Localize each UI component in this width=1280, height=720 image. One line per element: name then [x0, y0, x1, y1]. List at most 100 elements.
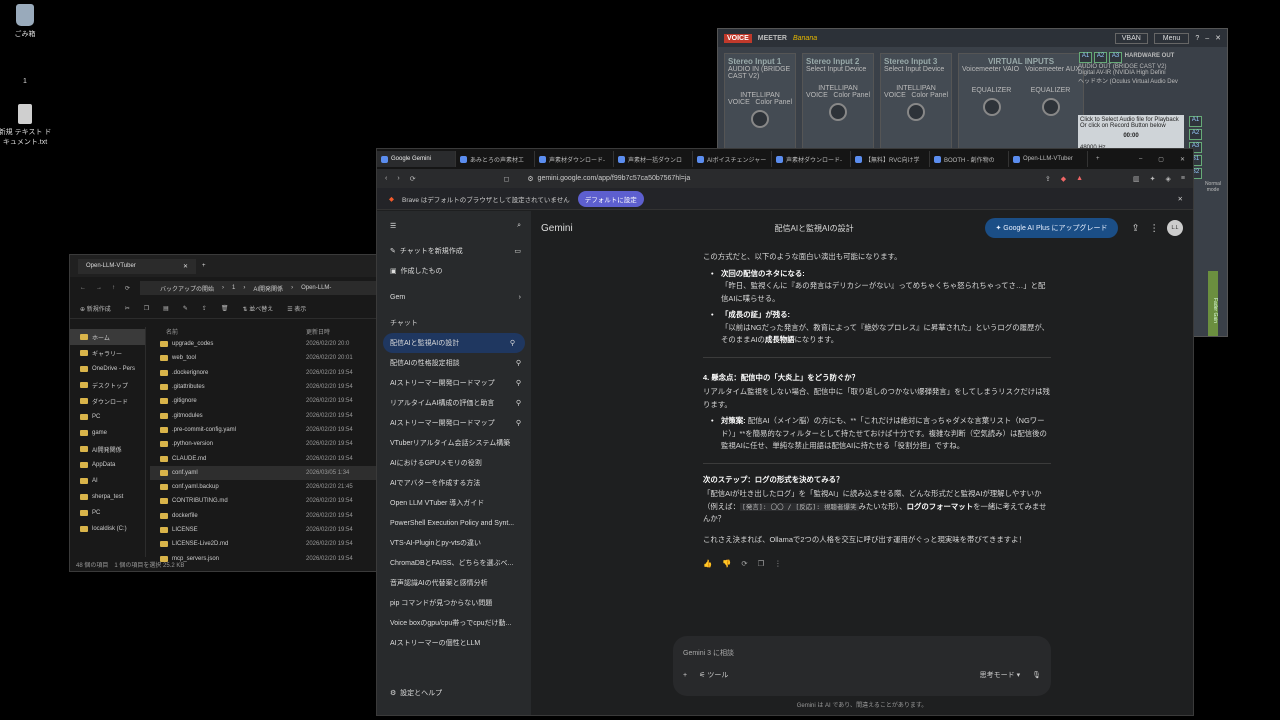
crumb-0[interactable]: バックアップの開始: [160, 284, 214, 293]
new-tab-icon[interactable]: +: [1096, 156, 1100, 162]
settings-help-button[interactable]: ⚙ 設定とヘルプ: [377, 683, 452, 703]
prompt-box[interactable]: Gemini 3 に相談 + ⚟ ツール 思考モード ▾ 🎙: [673, 636, 1051, 696]
thumbs-down-icon[interactable]: 👎: [722, 558, 731, 571]
share-icon[interactable]: ⇪: [1132, 223, 1140, 234]
nav-item[interactable]: ギャラリー: [70, 345, 145, 361]
share-icon[interactable]: ⇪: [1045, 175, 1051, 183]
nav-item[interactable]: AppData: [70, 457, 145, 473]
mic-icon[interactable]: 🎙: [1032, 671, 1041, 679]
chat-history-item[interactable]: VTuberリアルタイム会話システム構築: [377, 433, 531, 453]
normal-mode-label[interactable]: Normal mode: [1202, 181, 1224, 193]
search-icon[interactable]: ⌕: [517, 222, 521, 230]
crumb-3[interactable]: Open-LLM-: [301, 285, 331, 291]
wallet-icon[interactable]: ◈: [1166, 175, 1171, 183]
browser-tab[interactable]: AIボイスチェンジャー: [693, 151, 772, 167]
file-row[interactable]: .python-version 2026/02/20 19:54: [150, 437, 377, 451]
back-icon[interactable]: ‹: [385, 175, 387, 182]
vban-button[interactable]: VBAN: [1114, 32, 1148, 44]
bus-a2[interactable]: A2: [1189, 129, 1202, 140]
fader-gain-slider[interactable]: Fader Gain: [1208, 271, 1218, 336]
col-name[interactable]: 名前: [166, 327, 306, 337]
regenerate-icon[interactable]: ⟳: [741, 558, 747, 571]
refresh-icon[interactable]: ⟳: [125, 285, 130, 292]
nav-item[interactable]: sherpa_test: [70, 489, 145, 505]
file-row[interactable]: conf.yaml.backup 2026/02/20 21:45: [150, 480, 377, 494]
back-icon[interactable]: ←: [80, 285, 86, 291]
more-icon[interactable]: ⋮: [774, 558, 781, 571]
delete-icon[interactable]: 🗑: [221, 305, 229, 312]
chat-history-item[interactable]: Voice boxのgpu/cpu帯っでcpuだけ動...: [377, 613, 531, 633]
chat-history-item[interactable]: 配信AIと監視AIの設計 ⚲: [383, 333, 525, 353]
file-row[interactable]: CONTRIBUTING.md 2026/02/20 19:54: [150, 494, 377, 508]
crumb-1[interactable]: 1: [232, 285, 235, 291]
copy-icon[interactable]: ❐: [758, 558, 765, 571]
strip-knob[interactable]: [829, 103, 847, 121]
eq-knob[interactable]: [982, 98, 1001, 116]
paste-icon[interactable]: ▤: [163, 305, 169, 312]
prompt-placeholder[interactable]: Gemini 3 に相談: [673, 636, 1051, 670]
strip-knob[interactable]: [751, 110, 769, 128]
temp-chat-icon[interactable]: ▭: [514, 247, 521, 255]
a3-button[interactable]: A3: [1109, 52, 1122, 63]
menu-icon[interactable]: ☰: [390, 222, 396, 230]
eq-knob[interactable]: [1041, 98, 1060, 116]
vm-help-icon[interactable]: ?: [1195, 35, 1199, 42]
file-row[interactable]: dockerfile 2026/02/20 19:54: [150, 509, 377, 523]
nav-item[interactable]: ダウンロード: [70, 393, 145, 409]
nav-item[interactable]: localdisk (C:): [70, 521, 145, 537]
browser-tab[interactable]: 声素材一括ダウンロ: [614, 151, 693, 167]
tools-button[interactable]: ⚟ ツール: [699, 670, 728, 680]
file-row[interactable]: .gitmodules 2026/02/20 19:54: [150, 408, 377, 422]
chat-history-item[interactable]: AIでアバターを作成する方法: [377, 473, 531, 493]
a2-button[interactable]: A2: [1094, 52, 1107, 63]
view-button[interactable]: ☰ 表示: [287, 304, 306, 313]
file-row[interactable]: upgrade_codes 2026/02/20 20:0: [150, 337, 377, 351]
chat-history-item[interactable]: AIストリーマーの個性とLLM: [377, 633, 531, 653]
mode-selector[interactable]: 思考モード ▾: [980, 670, 1020, 680]
explorer-tab[interactable]: Open-LLM-VTuber ✕: [78, 258, 196, 274]
add-icon[interactable]: +: [683, 672, 687, 679]
more-icon[interactable]: ⋮: [1150, 223, 1160, 234]
rewards-icon[interactable]: ▲: [1076, 175, 1083, 182]
chat-history-item[interactable]: VTS-AI-Pluginとpy-vtsの違い: [377, 533, 531, 553]
vm-close-icon[interactable]: ✕: [1215, 34, 1221, 42]
breadcrumb[interactable]: バックアップの開始 › 1 › AI開発関係 › Open-LLM-: [140, 281, 377, 295]
tab-close-icon[interactable]: ✕: [183, 263, 188, 270]
avatar[interactable]: L.L: [1167, 220, 1183, 236]
file-row[interactable]: .gitignore 2026/02/20 19:54: [150, 394, 377, 408]
browser-tab[interactable]: 声素材ダウンロード-: [535, 151, 614, 167]
file-row[interactable]: web_tool 2026/02/20 20:01: [150, 351, 377, 365]
share-icon[interactable]: ⇪: [202, 305, 207, 312]
file-row[interactable]: .dockerignore 2026/02/20 19:54: [150, 366, 377, 380]
chat-history-item[interactable]: pip コマンドが見つからない問題: [377, 593, 531, 613]
browser-tab[interactable]: 声素材ダウンロード-: [772, 151, 851, 167]
file-row[interactable]: .gitattributes 2026/02/20 19:54: [150, 380, 377, 394]
nav-item[interactable]: PC: [70, 505, 145, 521]
file-row[interactable]: CLAUDE.md 2026/02/20 19:54: [150, 451, 377, 465]
bookmark-icon[interactable]: ◻: [504, 175, 510, 183]
chat-history-item[interactable]: Open LLM VTuber 導入ガイド: [377, 493, 531, 513]
notice-close-icon[interactable]: ✕: [1178, 195, 1183, 203]
vm-menu-button[interactable]: Menu: [1153, 32, 1190, 44]
strip-device[interactable]: Select Input Device: [806, 66, 870, 73]
gem-button[interactable]: Gem ›: [377, 287, 531, 307]
vm-minimize-icon[interactable]: –: [1205, 35, 1209, 42]
nav-item[interactable]: game: [70, 425, 145, 441]
recycle-bin-icon[interactable]: ごみ箱: [0, 4, 53, 39]
chat-history-item[interactable]: ChromaDBとFAISS、どちらを選ぶべ...: [377, 553, 531, 573]
hw-device-3[interactable]: ヘッドホン (Oculus Virtual Audio Dev: [1078, 76, 1226, 85]
browser-tab[interactable]: Open-LLM-VTuber: [1009, 151, 1088, 167]
nav-item[interactable]: ホーム: [70, 329, 145, 345]
copy-icon[interactable]: ❐: [144, 305, 149, 312]
new-tab-icon[interactable]: +: [202, 263, 206, 269]
new-button[interactable]: ⊕ 新規作成: [80, 304, 111, 313]
bus-a1[interactable]: A1: [1189, 116, 1202, 127]
sidebar-icon[interactable]: ▥: [1133, 175, 1140, 183]
reload-icon[interactable]: ⟳: [410, 175, 416, 183]
nav-item[interactable]: AI: [70, 473, 145, 489]
window-minimize-icon[interactable]: –: [1139, 156, 1142, 162]
forward-icon[interactable]: →: [96, 285, 102, 291]
strip-device[interactable]: AUDIO IN (BRIDGE CAST V2): [728, 66, 792, 80]
window-maximize-icon[interactable]: ▢: [1158, 156, 1164, 163]
browser-tab[interactable]: あみとろの声素材エ: [456, 151, 535, 167]
